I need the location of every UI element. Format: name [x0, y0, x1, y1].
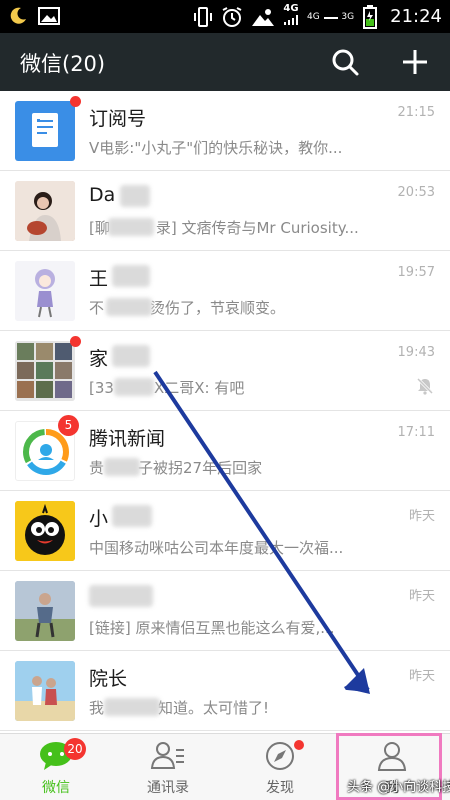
- chat-time: 昨天: [408, 509, 435, 524]
- network-indicator-2: 4G 3G: [306, 11, 355, 22]
- avatar: [15, 101, 75, 161]
- app-header: 微信(20): [0, 33, 450, 91]
- chat-time: 昨天: [408, 669, 435, 684]
- redaction-blur: [112, 265, 150, 287]
- chat-row[interactable]: Da [聊 录] 文痞传奇与Mr Curiosity... 20:53: [0, 171, 450, 251]
- chat-time: 昨天: [408, 589, 435, 604]
- search-icon[interactable]: [330, 47, 360, 77]
- redaction-blur: [112, 505, 152, 527]
- redaction-blur: [114, 378, 154, 396]
- chat-preview: V电影:"小丸子"们的快乐秘诀，教你...: [89, 139, 343, 157]
- status-bar: 4G 4G 3G 21:24: [0, 0, 450, 33]
- chat-preview: [33 X二哥X: 有吧: [89, 379, 245, 397]
- vibrate-icon: [193, 6, 212, 27]
- tab-discover[interactable]: 发现: [224, 734, 336, 800]
- redaction-blur: [120, 185, 150, 207]
- chat-name: 腾讯新闻: [89, 428, 166, 450]
- tab-badge: 20: [64, 738, 86, 760]
- image-icon: [38, 7, 60, 25]
- unread-dot: [70, 96, 81, 107]
- couple-photo-icon: [15, 661, 75, 721]
- redaction-blur: [104, 698, 160, 716]
- tab-label: 微信: [42, 780, 70, 796]
- subscription-doc-icon: [32, 113, 58, 147]
- chat-row-subscriptions[interactable]: 订阅号 V电影:"小丸子"们的快乐秘诀，教你... 21:15: [0, 91, 450, 171]
- avatar: [15, 661, 75, 721]
- chat-row-group[interactable]: 家 [33 X二哥X: 有吧 19:43: [0, 331, 450, 411]
- person-photo-icon: [15, 581, 75, 641]
- avatar: [15, 501, 75, 561]
- network-indicator-1: 4G: [283, 4, 299, 29]
- chat-row[interactable]: 院长 我知道。太可惜了! 昨天: [0, 651, 450, 731]
- chat-name: 王: [89, 268, 109, 290]
- avatar: [15, 181, 75, 241]
- chat-preview: 中国移动咪咕公司本年度最大一次福...: [89, 539, 344, 557]
- redaction-blur: [112, 345, 150, 367]
- avatar: [15, 261, 75, 321]
- chat-row[interactable]: [链接] 原来情侣互黑也能这么有爱,... 昨天: [0, 571, 450, 651]
- redaction-blur: [104, 458, 140, 476]
- mute-bell-icon: [416, 377, 434, 395]
- chat-name: 院长: [89, 668, 128, 690]
- weather-icon: [251, 8, 274, 26]
- redaction-blur: [89, 585, 153, 607]
- status-bar-left: [8, 6, 60, 26]
- chat-row[interactable]: 小 中国移动咪咕公司本年度最大一次福... 昨天: [0, 491, 450, 571]
- cartoon-avatar-icon: [15, 261, 75, 321]
- group-avatar-icon: [15, 341, 75, 401]
- chat-preview: [链接] 原来情侣互黑也能这么有爱,...: [89, 619, 335, 637]
- tab-contacts[interactable]: 通讯录: [112, 734, 224, 800]
- chat-time: 21:15: [397, 105, 435, 120]
- tab-label: 发现: [266, 780, 294, 796]
- moon-icon: [10, 7, 26, 24]
- tab-chats[interactable]: 20 微信: [0, 734, 112, 800]
- unread-count-badge: 5: [58, 415, 79, 436]
- unread-dot: [70, 336, 81, 347]
- compass-icon: [266, 742, 294, 770]
- tab-unread-dot: [294, 740, 304, 750]
- chat-row-tencent-news[interactable]: 5 腾讯新闻 贵子被拐27年后回家 17:11: [0, 411, 450, 491]
- redaction-blur: [106, 298, 152, 316]
- chat-name: Da: [89, 184, 116, 206]
- avatar: [15, 581, 75, 641]
- cartoon-bird-avatar-icon: [15, 501, 75, 561]
- redaction-blur: [108, 218, 154, 236]
- chat-name: 小: [89, 508, 109, 530]
- status-time: 21:24: [390, 6, 442, 27]
- person-photo-icon: [15, 181, 75, 241]
- chat-time: 17:11: [397, 425, 435, 440]
- status-bar-right: 4G 4G 3G 21:24: [193, 4, 442, 29]
- plus-icon[interactable]: [400, 47, 430, 77]
- chat-time: 19:43: [397, 345, 435, 360]
- chat-row[interactable]: 王 不烫伤了，节哀顺变。 19:57: [0, 251, 450, 331]
- chat-time: 19:57: [397, 265, 435, 280]
- battery-icon: [363, 4, 378, 29]
- chat-name: 家: [89, 348, 109, 370]
- chat-name: 订阅号: [89, 108, 147, 130]
- alarm-icon: [222, 6, 242, 27]
- chat-time: 20:53: [397, 185, 435, 200]
- contacts-icon: [150, 742, 184, 769]
- watermark: 头条 @小向谈科技: [347, 780, 450, 795]
- tab-label: 通讯录: [147, 780, 189, 796]
- chat-list: 订阅号 V电影:"小丸子"们的快乐秘诀，教你... 21:15 Da [聊 录] …: [0, 91, 450, 733]
- page-title: 微信(20): [20, 52, 106, 76]
- avatar: [15, 341, 75, 401]
